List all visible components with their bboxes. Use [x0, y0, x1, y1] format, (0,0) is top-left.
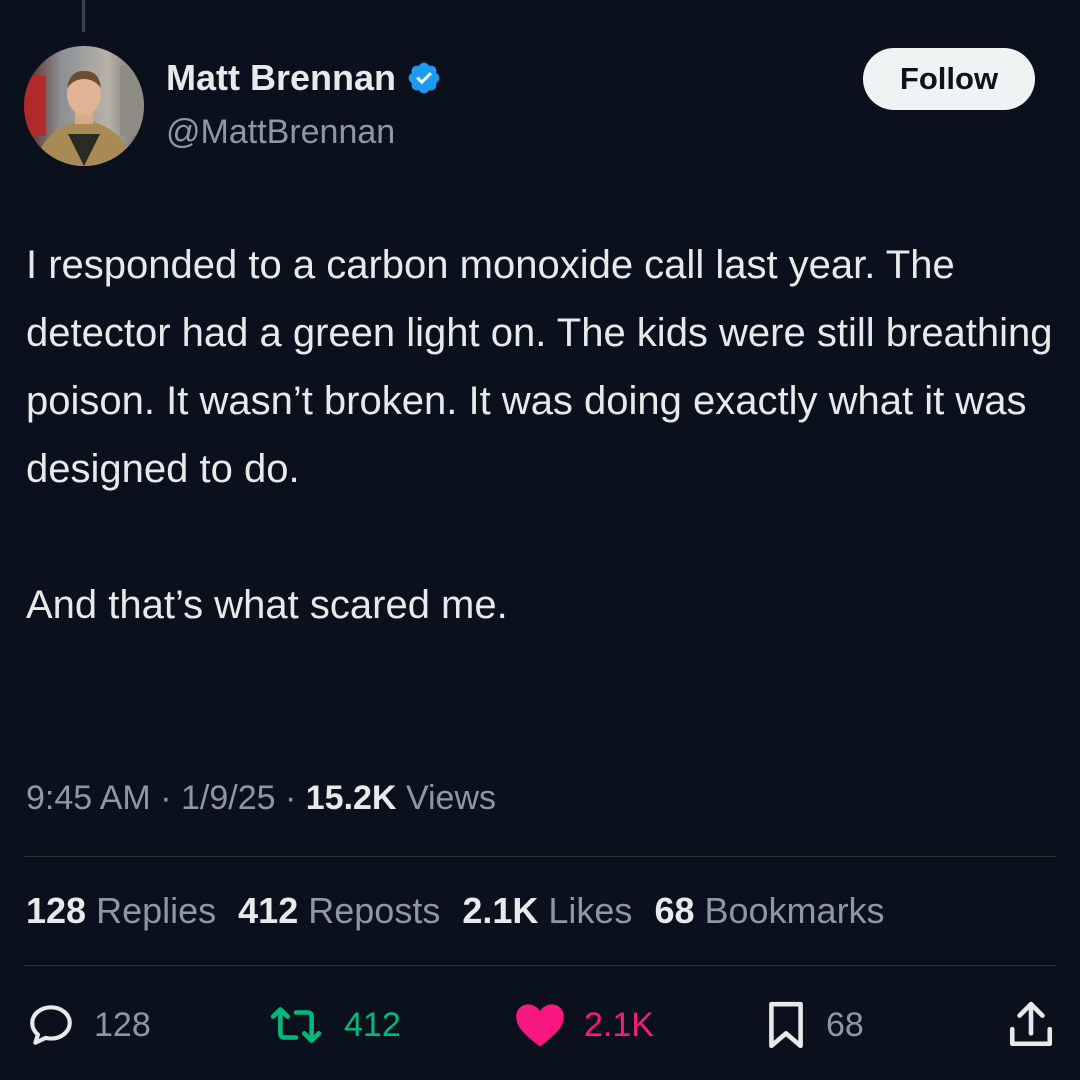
tweet-paragraph: And that’s what scared me. — [26, 583, 508, 627]
likes-stat-label: Likes — [548, 890, 633, 931]
tweet-date[interactable]: 1/9/25 — [181, 779, 276, 817]
share-button[interactable] — [1008, 1000, 1054, 1050]
reply-count: 128 — [94, 1006, 151, 1044]
heart-icon — [516, 1004, 564, 1047]
likes-stat[interactable]: 2.1K Likes — [462, 888, 632, 934]
divider — [24, 965, 1056, 966]
bookmark-icon — [769, 1001, 803, 1049]
bookmark-button[interactable]: 68 — [764, 1000, 864, 1050]
divider — [24, 856, 1056, 857]
tweet-paragraph: I responded to a carbon monoxide call la… — [26, 243, 1053, 491]
tweet-text: I responded to a carbon monoxide call la… — [26, 231, 1066, 639]
verified-badge-icon — [406, 60, 442, 96]
reply-icon — [30, 1005, 72, 1045]
tweet-time[interactable]: 9:45 AM — [26, 779, 151, 817]
repost-count: 412 — [344, 1006, 401, 1044]
author-handle[interactable]: @MattBrennan — [166, 110, 395, 154]
avatar-photo — [24, 46, 144, 166]
replies-stat[interactable]: 128 Replies — [26, 888, 216, 934]
avatar[interactable] — [24, 46, 144, 166]
action-bar: 128 412 2.1K 68 — [0, 1000, 1080, 1050]
replies-stat-count: 128 — [26, 890, 87, 931]
bookmarks-stat[interactable]: 68 Bookmarks — [654, 888, 884, 934]
share-icon — [1009, 1001, 1053, 1047]
views-label: Views — [405, 779, 497, 817]
meta-separator: · — [284, 779, 297, 817]
thread-connector-line — [82, 0, 85, 32]
reply-button[interactable]: 128 — [26, 1000, 151, 1050]
likes-stat-count: 2.1K — [462, 890, 539, 931]
like-count: 2.1K — [584, 1006, 654, 1044]
like-button[interactable]: 2.1K — [514, 1000, 654, 1050]
repost-button[interactable]: 412 — [266, 1000, 401, 1050]
replies-stat-label: Replies — [96, 890, 217, 931]
bookmarks-stat-count: 68 — [654, 890, 695, 931]
reposts-stat[interactable]: 412 Reposts — [238, 888, 440, 934]
author-display-name[interactable]: Matt Brennan — [166, 56, 396, 100]
repost-icon — [270, 1007, 322, 1043]
reposts-stat-count: 412 — [238, 890, 299, 931]
engagement-stats: 128 Replies 412 Reposts 2.1K Likes 68 Bo… — [26, 888, 885, 934]
bookmarks-stat-label: Bookmarks — [704, 890, 885, 931]
tweet-meta: 9:45 AM · 1/9/25 · 15.2K Views — [26, 776, 496, 820]
views-count: 15.2K — [305, 779, 397, 817]
meta-separator: · — [160, 779, 172, 817]
follow-button[interactable]: Follow — [863, 48, 1035, 110]
reposts-stat-label: Reposts — [308, 890, 441, 931]
bookmark-count: 68 — [826, 1006, 864, 1044]
